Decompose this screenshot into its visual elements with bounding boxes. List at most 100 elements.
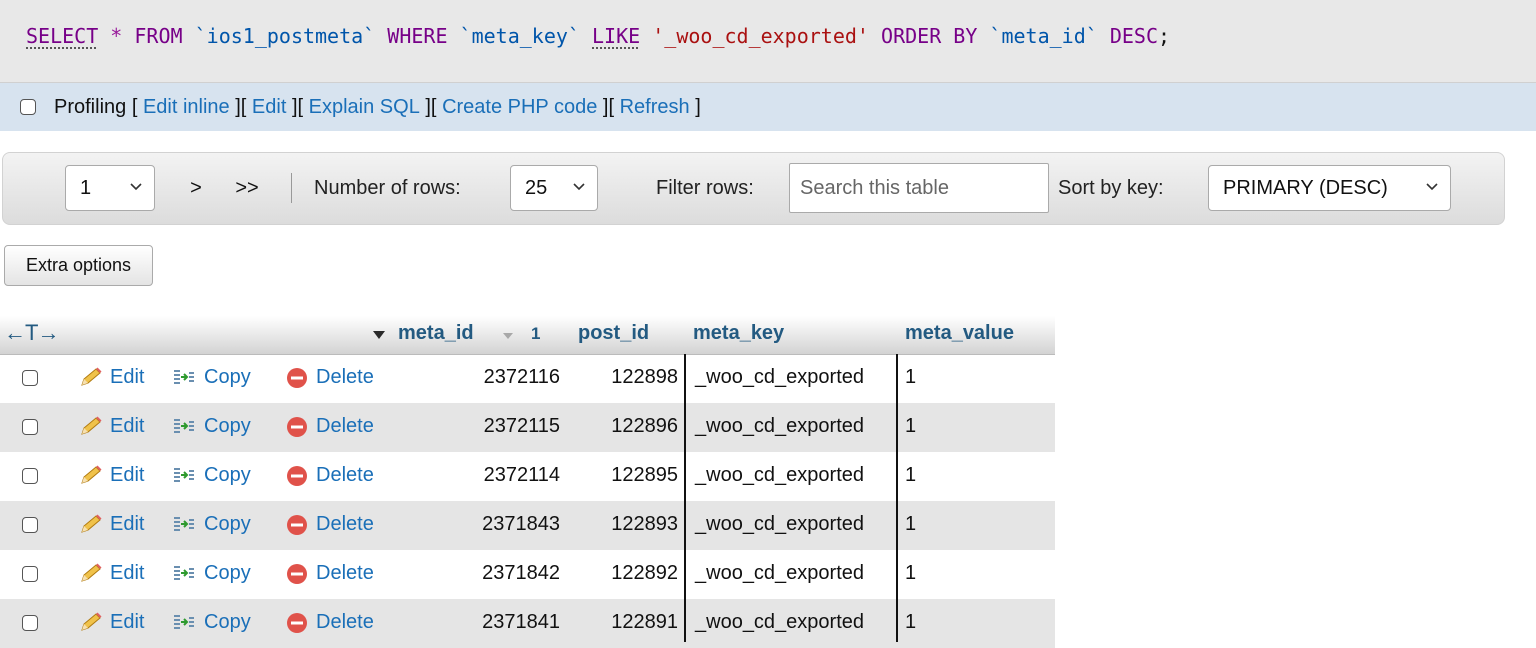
cell-meta-value[interactable]: 1 [905,415,916,438]
cell-post-id[interactable]: 122896 [565,415,678,438]
row-checkbox[interactable] [22,566,38,582]
edit-row-link[interactable]: Edit [78,464,144,487]
delete-row-link[interactable]: Delete [286,415,374,438]
delete-row-link[interactable]: Delete [286,464,374,487]
row-checkbox[interactable] [22,615,38,631]
row-checkbox[interactable] [22,517,38,533]
cell-meta-id[interactable]: 2371842 [440,562,560,585]
delete-row-link[interactable]: Delete [286,611,374,634]
edit-label: Edit [110,513,145,535]
profiling-checkbox[interactable] [20,99,36,115]
column-arrows-toggle[interactable]: ←T→ [4,320,59,346]
delete-label: Delete [316,611,374,633]
copy-row-link[interactable]: Copy [172,562,251,585]
cell-post-id[interactable]: 122895 [565,464,678,487]
row-checkbox[interactable] [22,419,38,435]
page-select[interactable]: 1 [65,165,155,211]
explain-sql-link[interactable]: Explain SQL [309,96,420,119]
sql-star: * [110,24,123,48]
copy-row-link[interactable]: Copy [172,513,251,536]
row-checkbox[interactable] [22,370,38,386]
delete-icon [287,367,307,388]
nav-separator [291,173,292,203]
copy-row-link[interactable]: Copy [172,366,251,389]
copy-row-icon [174,614,194,629]
delete-row-link[interactable]: Delete [286,513,374,536]
navigation-bar: 1 > >> Number of rows: 25 Filter rows: S… [2,152,1505,225]
cell-meta-id[interactable]: 2372115 [440,415,560,438]
cell-meta-id[interactable]: 2371843 [440,513,560,536]
edit-label: Edit [110,464,145,486]
edit-link[interactable]: Edit [252,96,286,119]
cell-meta-id[interactable]: 2372116 [440,366,560,389]
cell-post-id[interactable]: 122892 [565,562,678,585]
rows-select[interactable]: 25 [510,165,598,211]
cell-meta-value[interactable]: 1 [905,562,916,585]
sql-keyword-from: FROM [134,24,183,48]
cell-meta-key[interactable]: _woo_cd_exported [695,562,864,585]
copy-label: Copy [204,562,251,584]
cell-post-id[interactable]: 122893 [565,513,678,536]
edit-inline-link[interactable]: Edit inline [143,96,230,119]
delete-row-link[interactable]: Delete [286,366,374,389]
row-checkbox[interactable] [22,468,38,484]
delete-label: Delete [316,464,374,486]
cell-meta-value[interactable]: 1 [905,464,916,487]
next-page-button[interactable]: > [171,165,221,211]
header-meta-key[interactable]: meta_key [693,322,784,345]
copy-row-link[interactable]: Copy [172,464,251,487]
cell-meta-id[interactable]: 2371841 [440,611,560,634]
copy-label: Copy [204,513,251,535]
cell-meta-value[interactable]: 1 [905,513,916,536]
edit-row-link[interactable]: Edit [78,513,144,536]
cell-meta-key[interactable]: _woo_cd_exported [695,464,864,487]
copy-row-link[interactable]: Copy [172,611,251,634]
results-table-header: ←T→ meta_id 1 post_id meta_key meta_valu… [0,316,1055,355]
sql-keyword-select[interactable]: SELECT [26,24,98,48]
profiling-bar: Profiling [ Edit inline ][ Edit ][ Expla… [0,83,1536,131]
copy-row-icon [174,369,194,384]
edit-row-link[interactable]: Edit [78,611,144,634]
chevron-down-icon [130,183,142,191]
delete-icon [287,416,307,437]
sort-order-number: 1 [531,324,541,343]
pencil-icon [81,465,102,484]
last-page-button[interactable]: >> [221,165,273,211]
cell-meta-key[interactable]: _woo_cd_exported [695,611,864,634]
cell-meta-id[interactable]: 2372114 [440,464,560,487]
header-post-id[interactable]: post_id [578,322,649,345]
rows-select-value: 25 [525,176,548,199]
sort-desc-icon[interactable] [502,332,514,340]
cell-meta-key[interactable]: _woo_cd_exported [695,366,864,389]
cell-meta-value[interactable]: 1 [905,611,916,634]
edit-row-link[interactable]: Edit [78,366,144,389]
sql-semicolon: ; [1158,24,1171,48]
cell-meta-key[interactable]: _woo_cd_exported [695,415,864,438]
sql-keyword-order-by: ORDER BY [881,24,978,48]
delete-row-link[interactable]: Delete [286,562,374,585]
edit-row-link[interactable]: Edit [78,562,144,585]
cell-meta-value[interactable]: 1 [905,366,916,389]
cell-meta-key[interactable]: _woo_cd_exported [695,513,864,536]
page-select-value: 1 [80,176,92,199]
delete-label: Delete [316,415,374,437]
delete-label: Delete [316,562,374,584]
copy-row-link[interactable]: Copy [172,415,251,438]
cell-post-id[interactable]: 122898 [565,366,678,389]
sort-key-select[interactable]: PRIMARY (DESC) [1208,165,1451,211]
sql-query-box[interactable]: SELECT * FROM `ios1_postmeta` WHERE `met… [0,0,1536,83]
header-meta-id[interactable]: meta_id [398,322,474,345]
sql-keyword-like[interactable]: LIKE [592,24,640,48]
cell-post-id[interactable]: 122891 [565,611,678,634]
header-meta-value[interactable]: meta_value [905,322,1014,345]
delete-icon [287,514,307,535]
search-input[interactable] [789,163,1049,213]
create-php-code-link[interactable]: Create PHP code [442,96,597,119]
edit-row-link[interactable]: Edit [78,415,144,438]
refresh-link[interactable]: Refresh [620,96,690,119]
copy-label: Copy [204,415,251,437]
rows-label: Number of rows: [314,177,461,199]
column-filter-icon[interactable] [372,330,386,340]
chevron-down-icon [573,183,585,191]
extra-options-button[interactable]: Extra options [4,245,153,286]
